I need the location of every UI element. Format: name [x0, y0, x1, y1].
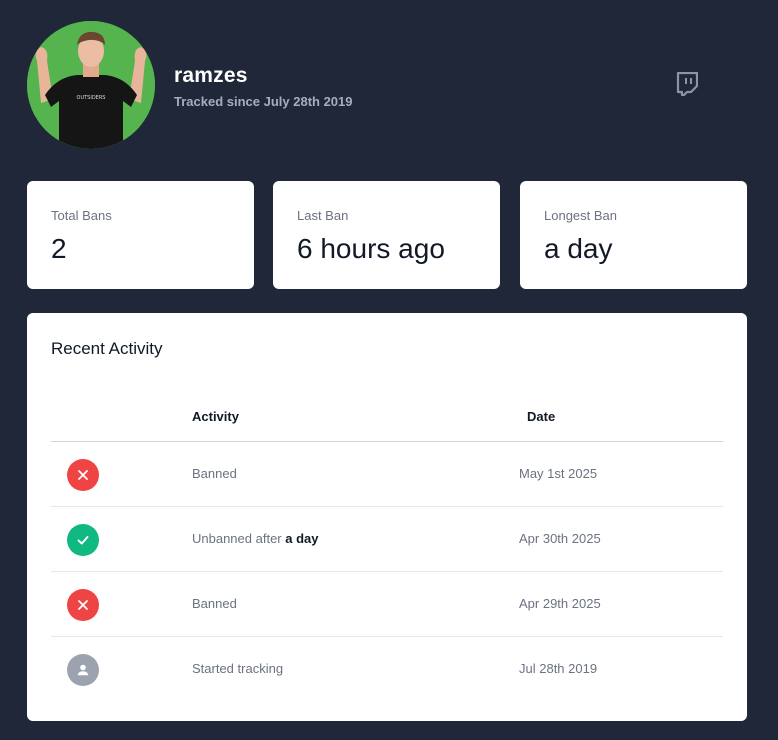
activity-text: Banned	[192, 596, 237, 611]
table-row: Banned Apr 29th 2025	[51, 572, 723, 637]
activity-text: Banned	[192, 466, 237, 481]
twitch-icon[interactable]	[676, 72, 698, 96]
activity-date: May 1st 2025	[519, 466, 598, 481]
activity-date: Apr 30th 2025	[519, 531, 601, 546]
column-header-activity: Activity	[192, 409, 239, 424]
stat-card-last-ban: Last Ban 6 hours ago	[273, 181, 500, 289]
activity-date: Apr 29th 2025	[519, 596, 601, 611]
check-icon	[67, 524, 99, 556]
stat-label: Longest Ban	[544, 208, 618, 223]
x-icon	[67, 589, 99, 621]
table-row: Started tracking Jul 28th 2019	[51, 637, 723, 702]
stat-value: 6 hours ago	[297, 233, 445, 264]
stat-card-total-bans: Total Bans 2	[27, 181, 254, 289]
panel-title: Recent Activity	[51, 339, 163, 358]
activity-description: Unbanned after	[192, 531, 286, 546]
username: ramzes	[174, 64, 248, 87]
stat-label: Total Bans	[51, 208, 112, 223]
tracked-since: Tracked since July 28th 2019	[174, 94, 353, 109]
activity-description: Started tracking	[192, 661, 284, 676]
avatar-shirt-text: OUTSIDERS	[77, 95, 106, 101]
recent-activity-panel: Recent Activity Activity Date Banned May…	[27, 313, 747, 721]
avatar: OUTSIDERS	[27, 21, 155, 149]
column-header-date: Date	[527, 409, 556, 424]
stat-value: a day	[544, 233, 613, 264]
activity-date: Jul 28th 2019	[519, 661, 598, 676]
avatar-image: OUTSIDERS	[27, 21, 155, 149]
activity-text: Started tracking	[192, 661, 283, 676]
stat-card-longest-ban: Longest Ban a day	[520, 181, 747, 289]
table-row: Banned May 1st 2025	[51, 442, 723, 507]
activity-description: Banned	[192, 596, 237, 611]
activity-description: Banned	[192, 466, 237, 481]
activity-text: Unbanned after a day	[192, 531, 318, 546]
x-icon	[67, 459, 99, 491]
stat-value: 2	[51, 233, 67, 264]
activity-emphasis: a day	[285, 531, 319, 546]
user-icon	[67, 654, 99, 686]
table-row: Unbanned after a day Apr 30th 2025	[51, 507, 723, 572]
stat-label: Last Ban	[297, 208, 349, 223]
